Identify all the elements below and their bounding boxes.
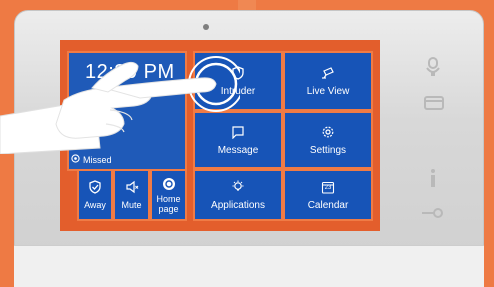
applications-label: Applications — [211, 199, 265, 211]
camera-dot — [203, 24, 209, 30]
settings-label: Settings — [309, 144, 347, 156]
gear-icon — [321, 125, 335, 139]
away-button[interactable]: Away — [77, 169, 113, 221]
shield-check-icon — [88, 180, 102, 194]
calendar-label: Calendar — [307, 199, 349, 211]
gate-icon[interactable] — [424, 96, 444, 110]
home-label-line2: page — [158, 203, 179, 214]
calendar-icon: 23 — [321, 180, 335, 194]
lightbulb-icon — [231, 180, 245, 194]
cctv-camera-icon — [321, 66, 335, 80]
live-view-label: Live View — [306, 85, 350, 97]
device-bottom-panel — [14, 245, 484, 287]
missed-calls-indicator[interactable]: Missed — [71, 154, 112, 165]
info-icon[interactable] — [428, 168, 438, 188]
speaker-mute-icon — [125, 180, 139, 194]
mute-label: Mute — [121, 200, 142, 210]
key-icon[interactable] — [420, 206, 444, 218]
calendar-day: 23 — [324, 184, 332, 191]
home-page-button[interactable]: Home page — [150, 169, 187, 221]
missed-label: Missed — [83, 154, 112, 165]
missed-call-icon — [71, 154, 80, 165]
away-label: Away — [84, 200, 106, 210]
pointing-hand-illustration — [0, 56, 240, 154]
home-circle-icon — [162, 177, 176, 191]
intercom-call-icon[interactable] — [424, 56, 442, 78]
home-label-line1: Home — [156, 193, 181, 204]
live-view-tile[interactable]: Live View — [283, 51, 373, 111]
settings-tile[interactable]: Settings — [283, 111, 373, 169]
calendar-tile[interactable]: 23 Calendar — [283, 169, 373, 221]
mute-button[interactable]: Mute — [113, 169, 150, 221]
home-page-label: Home page — [156, 194, 180, 214]
applications-tile[interactable]: Applications — [193, 169, 283, 221]
